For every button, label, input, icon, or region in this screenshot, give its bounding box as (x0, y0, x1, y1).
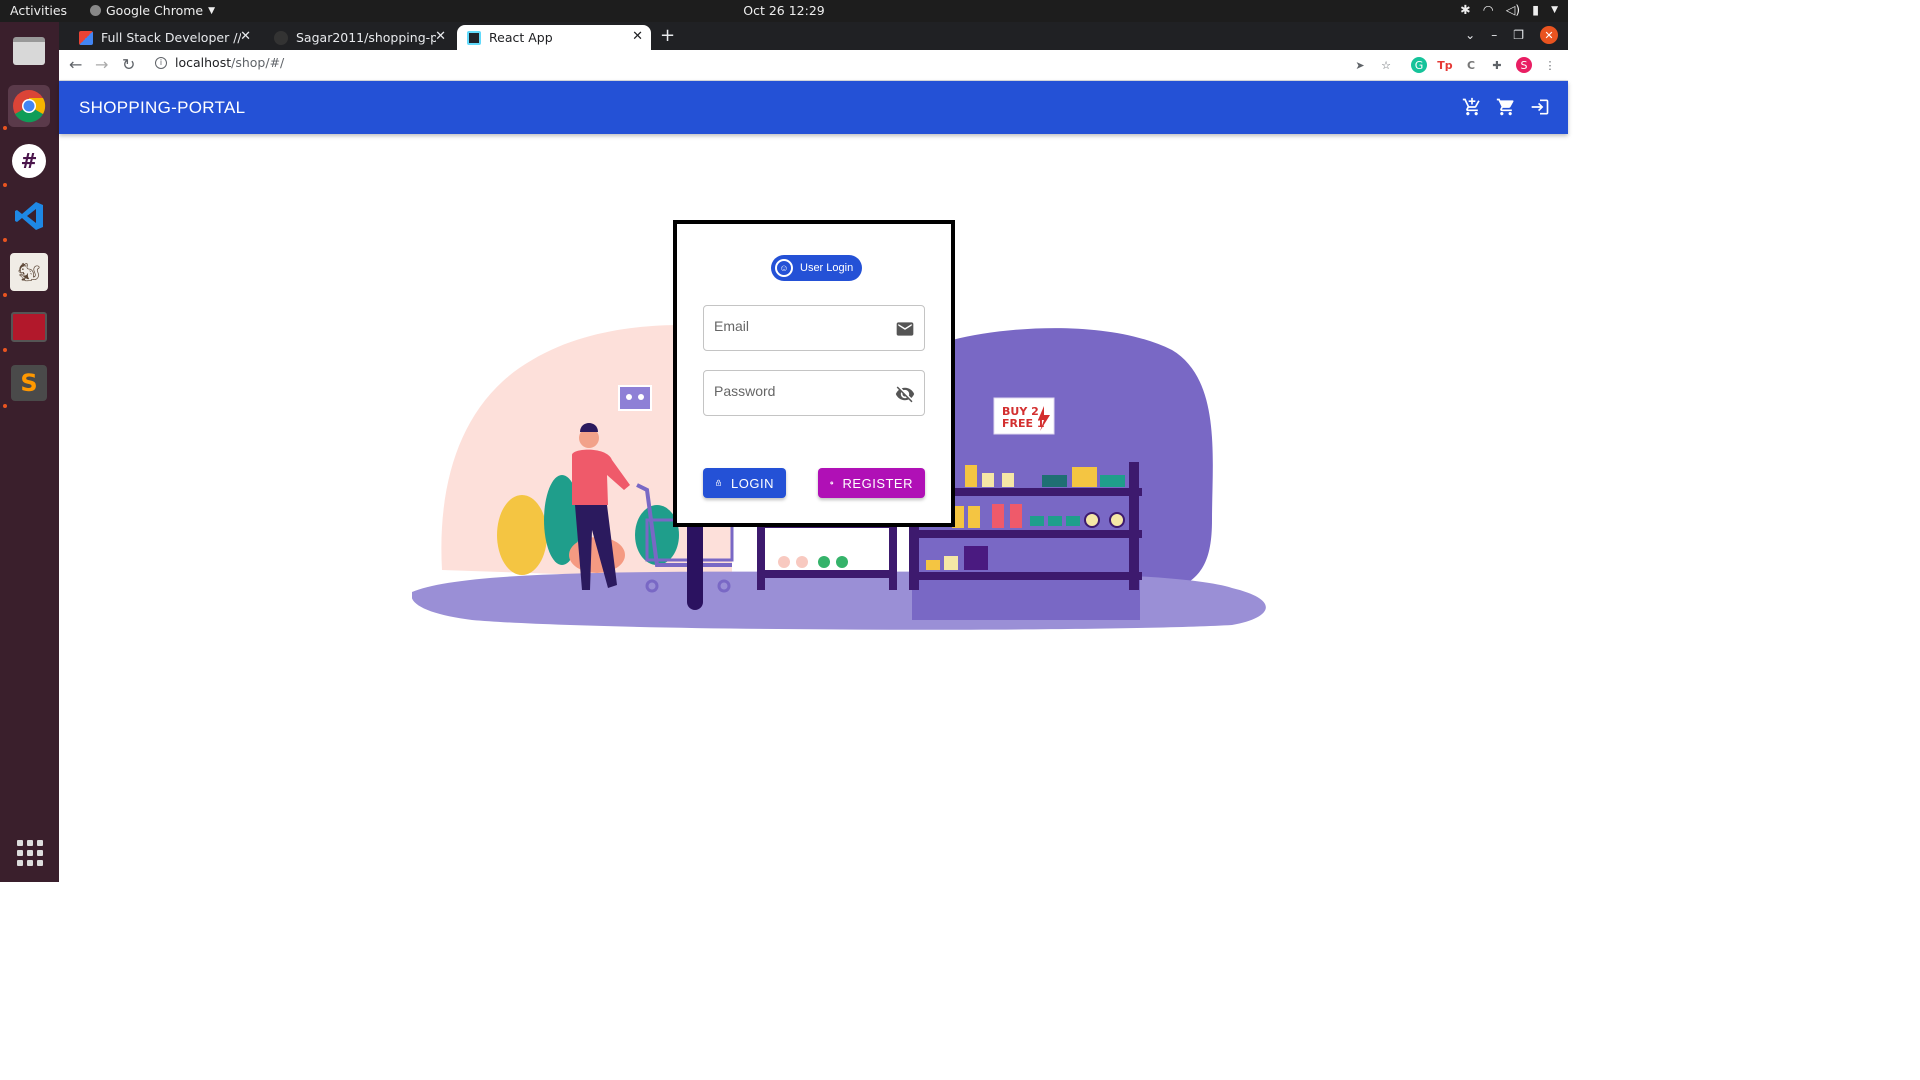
forward-button[interactable]: → (95, 55, 108, 74)
login-button-label: LOGIN (731, 475, 774, 491)
add-to-cart-icon[interactable] (1462, 97, 1482, 117)
running-indicator (3, 348, 7, 352)
url-path: /shop/#/ (231, 55, 285, 70)
clock[interactable]: Oct 26 12:29 (0, 3, 1568, 18)
volume-icon: ◁) (1505, 2, 1521, 17)
cart-icon[interactable] (1496, 97, 1516, 117)
profile-avatar[interactable]: S (1516, 57, 1532, 73)
tab-close-icon[interactable]: ✕ (632, 29, 643, 44)
password-field[interactable] (703, 370, 925, 416)
register-button-label: REGISTER (842, 475, 913, 491)
help-icon (830, 481, 834, 485)
email-field[interactable] (703, 305, 925, 351)
user-login-chip[interactable]: ☺ User Login (771, 255, 863, 281)
dock: # 🐿 S (0, 22, 59, 882)
tab-close-icon[interactable]: ✕ (435, 29, 446, 44)
bookmark-star-icon[interactable]: ☆ (1378, 57, 1394, 73)
url-host: localhost (175, 55, 232, 70)
window-controls: ⌄ – ❐ ✕ (1465, 26, 1558, 44)
login-button[interactable]: LOGIN (703, 468, 786, 498)
send-tab-icon[interactable]: ➤ (1352, 57, 1368, 73)
back-button[interactable]: ← (69, 55, 82, 74)
tab-search-icon[interactable]: ⌄ (1465, 28, 1475, 42)
running-indicator (3, 293, 7, 297)
battery-icon: ▮ (1532, 2, 1540, 17)
register-button[interactable]: REGISTER (818, 468, 925, 498)
react-favicon-icon (467, 30, 481, 45)
system-top-bar: Activities Google Chrome ▼ Oct 26 12:29 … (0, 0, 1568, 22)
user-face-icon: ☺ (775, 259, 793, 277)
browser-tab-strip: Full Stack Developer // Int ✕ Sagar2011/… (59, 22, 1568, 50)
email-input[interactable] (714, 318, 884, 334)
tab-close-icon[interactable]: ✕ (240, 29, 251, 44)
sublime-app-icon[interactable]: S (8, 362, 50, 404)
browser-tab-active[interactable]: React App ✕ (457, 25, 651, 50)
vscode-app-icon[interactable] (8, 195, 50, 237)
password-input[interactable] (714, 383, 884, 399)
reload-button[interactable]: ↻ (122, 55, 135, 74)
running-indicator (3, 183, 7, 187)
running-indicator (3, 126, 7, 130)
address-bar[interactable]: i localhost/shop/#/ (155, 55, 284, 70)
login-card: ☺ User Login LOGIN REGISTER (673, 220, 955, 527)
slack-tray-icon[interactable]: ✱ (1460, 2, 1470, 17)
app-brand-title[interactable]: SHOPPING-PORTAL (79, 98, 245, 118)
files-app-icon[interactable] (8, 30, 50, 72)
code-extension-icon[interactable]: C (1463, 57, 1479, 73)
tab-title: React App (489, 30, 553, 45)
browser-tab[interactable]: Full Stack Developer // Int ✕ (69, 25, 259, 50)
picture-frame-icon (618, 385, 652, 411)
chrome-logo-icon (13, 90, 46, 123)
system-tray[interactable]: ✱ ◠ ◁) ▮ ▼ (1460, 2, 1558, 17)
vscode-logo-icon (15, 202, 43, 230)
login-icon[interactable] (1530, 97, 1550, 117)
terminal-app-icon[interactable] (8, 306, 50, 348)
restore-button[interactable]: ❐ (1513, 28, 1524, 42)
show-applications-icon[interactable] (17, 840, 43, 866)
app-header: SHOPPING-PORTAL (59, 81, 1568, 134)
window-close-button[interactable]: ✕ (1540, 26, 1558, 44)
minimize-button[interactable]: – (1491, 28, 1497, 42)
github-favicon-icon (274, 30, 288, 45)
yellow-plant (497, 495, 547, 575)
browser-toolbar: ← → ↻ i localhost/shop/#/ ➤ ☆ G Tp C ✚ S… (59, 50, 1568, 81)
promo-sign-line2: FREE 1 (1002, 417, 1045, 430)
chrome-menu-icon[interactable]: ⋮ (1542, 57, 1558, 73)
new-tab-button[interactable]: + (660, 25, 675, 46)
running-indicator (3, 404, 7, 408)
slack-app-icon[interactable]: # (8, 140, 50, 182)
dbeaver-app-icon[interactable]: 🐿 (8, 251, 50, 293)
browser-tab[interactable]: Sagar2011/shopping-port ✕ (264, 25, 454, 50)
tab-title: Full Stack Developer // Int (101, 30, 241, 45)
tp-extension-icon[interactable]: Tp (1437, 57, 1453, 73)
running-indicator (3, 238, 7, 242)
grammarly-extension-icon[interactable]: G (1411, 57, 1427, 73)
email-icon (896, 322, 914, 336)
lock-icon (716, 479, 721, 486)
power-menu-icon[interactable]: ▼ (1551, 5, 1558, 15)
header-actions (1462, 97, 1550, 117)
gmail-favicon-icon (79, 30, 93, 45)
site-info-icon[interactable]: i (155, 56, 167, 69)
extensions-puzzle-icon[interactable]: ✚ (1489, 57, 1505, 73)
wifi-icon: ◠ (1482, 2, 1494, 17)
user-login-label: User Login (800, 262, 854, 274)
chrome-app-icon[interactable] (8, 85, 50, 127)
tab-title: Sagar2011/shopping-port (296, 30, 436, 45)
visibility-off-icon[interactable] (895, 384, 915, 404)
